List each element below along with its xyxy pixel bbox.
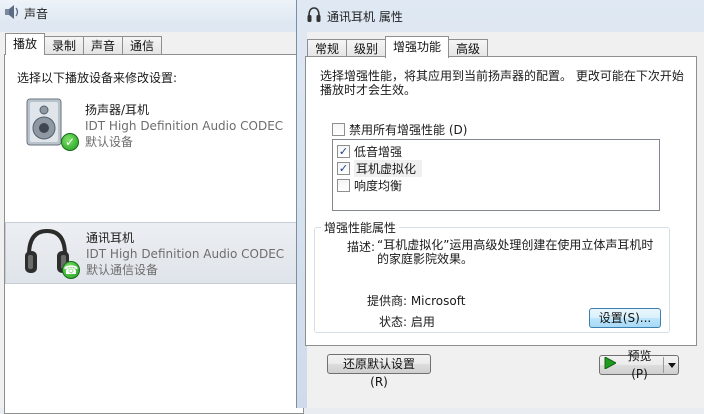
playback-panel: 选择以下播放设备来修改设置: ✓ 扬声器/耳机 IDT High Definit… [4,54,304,414]
provider-label: 提供商: [366,294,407,308]
headset-title-icon [307,6,321,26]
tab-playback[interactable]: 播放 [5,33,46,55]
properties-window-title: 通讯耳机 属性 [327,9,403,24]
effect-headphone-virtualization[interactable]: ✓ 耳机虚拟化 [337,159,655,177]
provider-value: Microsoft [410,294,466,308]
tab-recording[interactable]: 录制 [44,36,85,55]
provider-row: 提供商: Microsoft [321,292,465,309]
device-name: 通讯耳机 [86,231,135,245]
settings-button[interactable]: 设置(S)... [589,308,661,328]
description-row: 描述: “耳机虚拟化”运用高级处理创建在使用立体声耳机时的家庭影院效果。 [321,238,665,266]
device-driver: IDT High Definition Audio CODEC [86,247,285,261]
device-speakers[interactable]: ✓ 扬声器/耳机 IDT High Definition Audio CODEC… [17,95,307,157]
description-value: “耳机虚拟化”运用高级处理创建在使用立体声耳机时的家庭影院效果。 [377,238,654,266]
enhancements-panel: 选择增强性能，将其应用到当前扬声器的配置。 更改可能在下次开始播放时才会生效。 … [305,56,697,346]
sound-app-icon [4,4,20,22]
tab-enhancements[interactable]: 增强功能 [385,36,450,58]
chevron-down-icon[interactable] [668,356,676,374]
effect-bass-boost[interactable]: ✓ 低音增强 [337,143,655,159]
device-list: ✓ 扬声器/耳机 IDT High Definition Audio CODEC… [5,95,307,285]
sound-titlebar[interactable]: 声音 [0,0,300,26]
enhancements-description: 选择增强性能，将其应用到当前扬声器的配置。 更改可能在下次开始播放时才会生效。 [320,69,684,97]
tab-communications[interactable]: 通信 [122,36,163,55]
speaker-icon: ✓ [21,97,79,153]
properties-dialog: 通讯耳机 属性 常规 级别 增强功能 高级 选择增强性能，将其应用到当前扬声器的… [296,0,704,408]
properties-titlebar[interactable]: 通讯耳机 属性 [297,0,704,32]
group-legend: 增强性能属性 [321,219,400,236]
effects-list[interactable]: ✓ 低音增强 ✓ 耳机虚拟化 响度均衡 [332,139,660,211]
effect-label: 响度均衡 [354,178,403,193]
preview-button[interactable]: 预览 (P) [599,349,679,381]
playback-prompt: 选择以下播放设备来修改设置: [17,71,178,85]
status-label: 状态: [378,315,407,329]
status-row: 状态: 启用 [321,313,435,330]
effect-label: 低音增强 [354,144,403,159]
headphones-icon: ☎ [22,225,80,281]
preview-label: 预览 (P) [627,349,652,381]
device-headset[interactable]: ☎ 通讯耳机 IDT High Definition Audio CODEC 默… [5,222,301,284]
check-icon: ✓ [61,133,79,151]
checkbox-checked: ✓ [337,144,350,158]
play-icon [604,356,618,374]
checkbox-box [332,122,345,136]
device-status: 默认设备 [85,135,134,149]
status-value: 启用 [410,315,435,329]
effect-label: 耳机虚拟化 [354,159,423,177]
properties-tabs: 常规 级别 增强功能 高级 [307,36,489,58]
disable-all-label: 禁用所有增强性能 (D) [349,122,468,137]
restore-defaults-button[interactable]: 还原默认设置 (R) [327,354,431,389]
device-driver: IDT High Definition Audio CODEC [85,119,284,133]
effect-loudness-equalization[interactable]: 响度均衡 [337,177,655,193]
description-label: 描述: [346,240,375,254]
device-status: 默认通信设备 [86,263,159,277]
sound-window-title: 声音 [24,6,49,21]
sound-window: 声音 播放 录制 声音 通信 选择以下播放设备来修改设置: ✓ 扬声器/耳机 I… [0,0,304,414]
phone-icon: ☎ [62,261,80,279]
checkbox-box [337,178,350,192]
device-name: 扬声器/耳机 [85,103,150,117]
disable-all-checkbox[interactable]: 禁用所有增强性能 (D) [332,121,467,137]
sound-tabs: 播放 录制 声音 通信 [5,33,163,55]
effect-properties-group: 增强性能属性 描述: “耳机虚拟化”运用高级处理创建在使用立体声耳机时的家庭影院… [314,219,670,333]
checkbox-checked: ✓ [337,161,350,175]
split-separator [663,357,664,373]
tab-sounds[interactable]: 声音 [83,36,124,55]
